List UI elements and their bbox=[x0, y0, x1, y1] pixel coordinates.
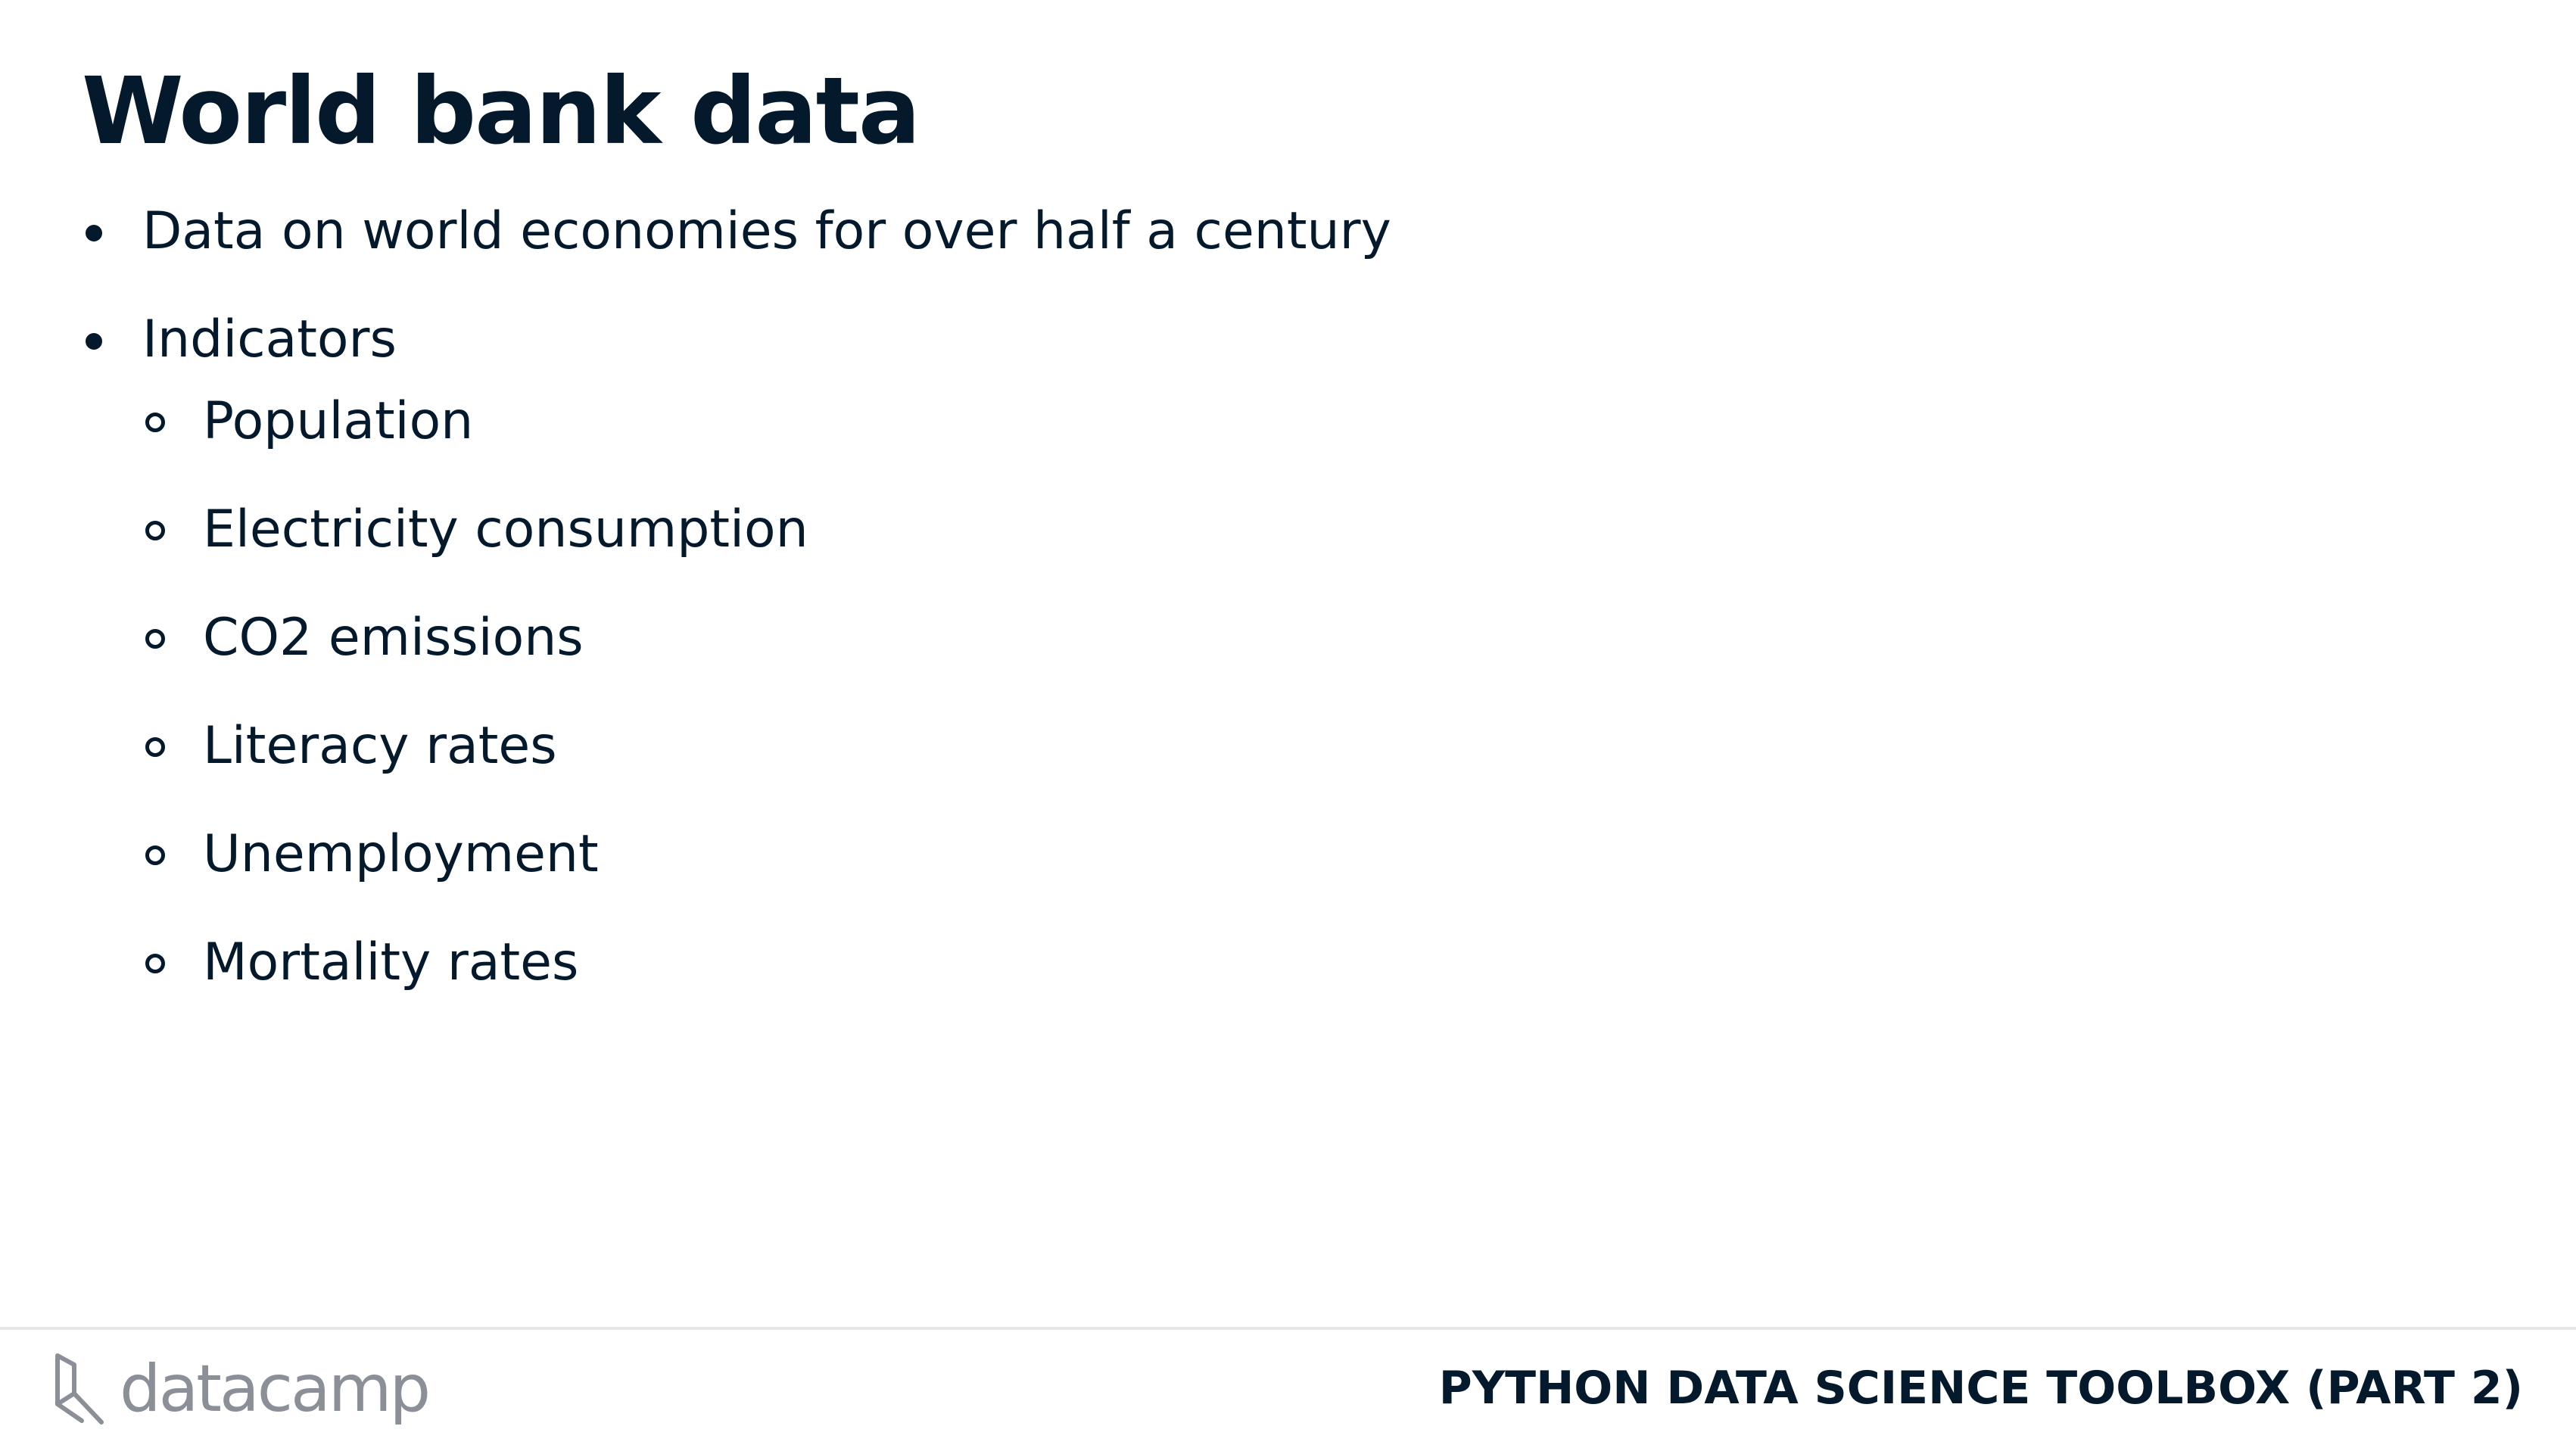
datacamp-logo: datacamp bbox=[51, 1347, 431, 1431]
datacamp-logo-icon bbox=[55, 1353, 104, 1425]
course-title: PYTHON DATA SCIENCE TOOLBOX (PART 2) bbox=[1438, 1362, 2523, 1415]
bullet-dot-icon bbox=[86, 225, 102, 241]
bullet-label: Data on world economies for over half a … bbox=[142, 201, 1391, 261]
sub-bullet-label: CO2 emissions bbox=[203, 608, 584, 668]
bullet-ring-icon bbox=[145, 845, 165, 865]
slide: World bank data Data on world economies … bbox=[0, 0, 2576, 1451]
sub-bullet-label: Unemployment bbox=[203, 824, 599, 884]
bullet-label: Indicators bbox=[142, 310, 397, 369]
bullet-ring-icon bbox=[145, 413, 165, 432]
footer-divider bbox=[0, 1327, 2576, 1330]
sub-bullet-label: Population bbox=[203, 391, 474, 451]
bullet-ring-icon bbox=[145, 521, 165, 540]
slide-title: World bank data bbox=[82, 58, 920, 165]
bullet-ring-icon bbox=[145, 629, 165, 649]
sub-bullet-label: Mortality rates bbox=[203, 933, 579, 992]
sub-bullet-label: Literacy rates bbox=[203, 716, 557, 776]
bullet-ring-icon bbox=[145, 954, 165, 973]
sub-bullet-label: Electricity consumption bbox=[203, 500, 808, 559]
logo-text: datacamp bbox=[120, 1351, 431, 1427]
bullet-ring-icon bbox=[145, 737, 165, 757]
bullet-dot-icon bbox=[86, 333, 102, 350]
